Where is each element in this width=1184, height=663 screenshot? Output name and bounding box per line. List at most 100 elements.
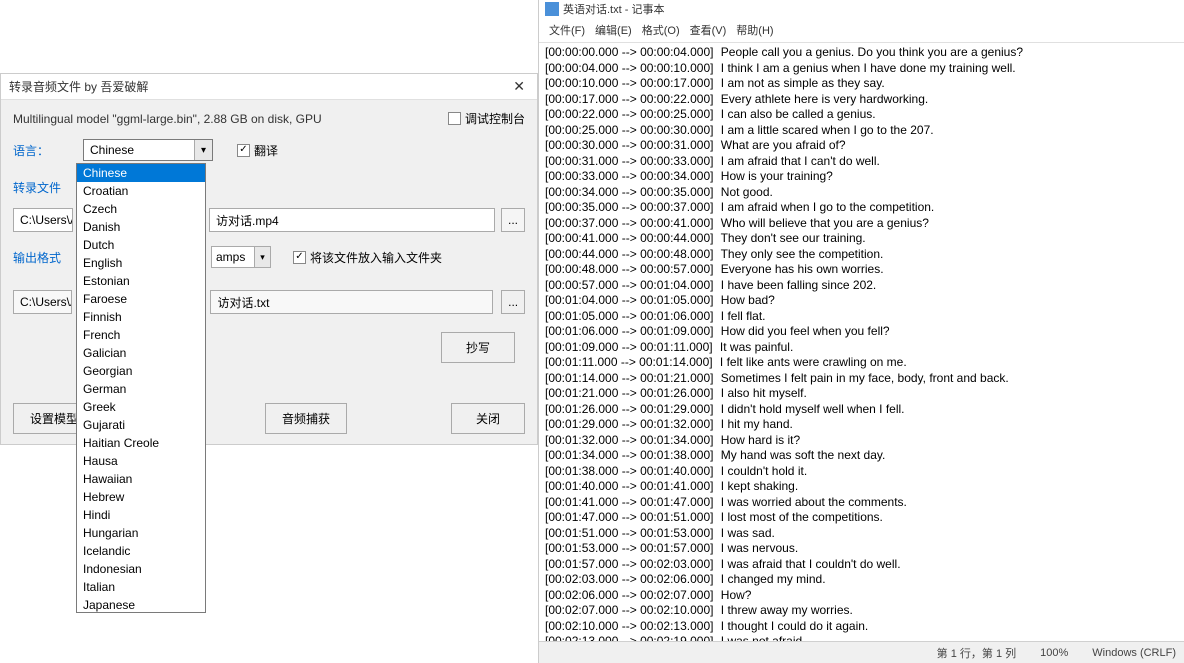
- language-combo[interactable]: Chinese ▾: [83, 139, 213, 161]
- transcribe-button[interactable]: 抄写: [441, 332, 515, 363]
- language-option[interactable]: French: [77, 326, 205, 344]
- transcript-text: I am not as simple as they say.: [717, 76, 884, 90]
- language-option[interactable]: Greek: [77, 398, 205, 416]
- transcript-text: I kept shaking.: [717, 479, 798, 493]
- notepad-statusbar: 第 1 行，第 1 列 100% Windows (CRLF): [539, 641, 1184, 663]
- transcript-line: [00:00:33.000 --> 00:00:34.000] How is y…: [545, 169, 1178, 185]
- close-button[interactable]: 关闭: [451, 403, 525, 434]
- transcript-text: I felt like ants were crawling on me.: [717, 355, 907, 369]
- transcript-text: How?: [717, 588, 751, 602]
- language-option[interactable]: Chinese: [77, 164, 205, 182]
- timestamp: [00:01:21.000 --> 00:01:26.000]: [545, 386, 713, 400]
- dialog-titlebar: 转录音频文件 by 吾爱破解 ✕: [1, 74, 537, 100]
- language-option[interactable]: Faroese: [77, 290, 205, 308]
- debug-console-checkbox[interactable]: 调试控制台: [448, 110, 525, 127]
- language-option[interactable]: Finnish: [77, 308, 205, 326]
- transcript-text: I was afraid that I couldn't do well.: [717, 557, 900, 571]
- audio-capture-button[interactable]: 音频捕获: [265, 403, 347, 434]
- notepad-menubar: 文件(F)编辑(E)格式(O)查看(V)帮助(H): [539, 18, 1184, 43]
- language-option[interactable]: Hindi: [77, 506, 205, 524]
- transcript-text: I can also be called a genius.: [717, 107, 875, 121]
- transcript-line: [00:00:04.000 --> 00:00:10.000] I think …: [545, 61, 1178, 77]
- transcript-line: [00:01:29.000 --> 00:01:32.000] I hit my…: [545, 417, 1178, 433]
- language-option[interactable]: Hungarian: [77, 524, 205, 542]
- transcript-text: Every athlete here is very hardworking.: [717, 92, 928, 106]
- timestamp: [00:00:44.000 --> 00:00:48.000]: [545, 247, 713, 261]
- timestamp: [00:00:57.000 --> 00:01:04.000]: [545, 278, 713, 292]
- output-path-left[interactable]: C:\Users\A: [13, 290, 72, 314]
- language-option[interactable]: Hawaiian: [77, 470, 205, 488]
- transcript-text: Not good.: [717, 185, 772, 199]
- language-option[interactable]: Estonian: [77, 272, 205, 290]
- timestamp: [00:00:10.000 --> 00:00:17.000]: [545, 76, 713, 90]
- language-option[interactable]: Italian: [77, 578, 205, 596]
- language-option[interactable]: Japanese: [77, 596, 205, 613]
- language-option[interactable]: English: [77, 254, 205, 272]
- language-option[interactable]: Czech: [77, 200, 205, 218]
- timestamp: [00:02:10.000 --> 00:02:13.000]: [545, 619, 713, 633]
- transcript-line: [00:01:32.000 --> 00:01:34.000] How hard…: [545, 433, 1178, 449]
- transcript-textarea[interactable]: [00:00:00.000 --> 00:00:04.000] People c…: [539, 43, 1184, 641]
- transcript-line: [00:01:06.000 --> 00:01:09.000] How did …: [545, 324, 1178, 340]
- transcript-line: [00:02:07.000 --> 00:02:10.000] I threw …: [545, 603, 1178, 619]
- menu-item[interactable]: 编辑(E): [591, 20, 636, 40]
- transcript-text: I threw away my worries.: [717, 603, 852, 617]
- timestamp: [00:01:34.000 --> 00:01:38.000]: [545, 448, 713, 462]
- language-option[interactable]: Hebrew: [77, 488, 205, 506]
- transcript-line: [00:01:38.000 --> 00:01:40.000] I couldn…: [545, 464, 1178, 480]
- timestamp: [00:01:51.000 --> 00:01:53.000]: [545, 526, 713, 540]
- language-option[interactable]: Haitian Creole: [77, 434, 205, 452]
- put-in-input-folder-checkbox[interactable]: 将该文件放入输入文件夹: [293, 249, 442, 266]
- translate-checkbox[interactable]: 翻译: [237, 142, 278, 159]
- transcript-text: I changed my mind.: [717, 572, 825, 586]
- output-format-label: 输出格式: [13, 249, 73, 266]
- put-in-input-folder-label: 将该文件放入输入文件夹: [310, 249, 442, 266]
- model-row: Multilingual model "ggml-large.bin", 2.8…: [13, 110, 525, 127]
- transcript-line: [00:00:25.000 --> 00:00:30.000] I am a l…: [545, 123, 1178, 139]
- language-option[interactable]: Gujarati: [77, 416, 205, 434]
- transcript-text: I have been falling since 202.: [717, 278, 876, 292]
- transcript-line: [00:01:40.000 --> 00:01:41.000] I kept s…: [545, 479, 1178, 495]
- language-option[interactable]: Danish: [77, 218, 205, 236]
- language-option[interactable]: Georgian: [77, 362, 205, 380]
- browse-output-button[interactable]: ...: [501, 290, 525, 314]
- language-dropdown-list[interactable]: ChineseCroatianCzechDanishDutchEnglishEs…: [76, 163, 206, 613]
- input-path-right[interactable]: 访对话.mp4: [209, 208, 495, 232]
- transcript-text: I thought I could do it again.: [717, 619, 868, 633]
- close-icon[interactable]: ✕: [509, 78, 529, 95]
- timestamp: [00:00:33.000 --> 00:00:34.000]: [545, 169, 713, 183]
- transcript-text: I couldn't hold it.: [717, 464, 807, 478]
- timestamp: [00:01:26.000 --> 00:01:29.000]: [545, 402, 713, 416]
- timestamp: [00:01:29.000 --> 00:01:32.000]: [545, 417, 713, 431]
- language-option[interactable]: German: [77, 380, 205, 398]
- language-option[interactable]: Hausa: [77, 452, 205, 470]
- transcript-text: I didn't hold myself well when I fell.: [717, 402, 904, 416]
- transcript-text: They don't see our training.: [717, 231, 865, 245]
- output-path-right[interactable]: 访对话.txt: [210, 290, 493, 314]
- checkbox-checked-icon: [237, 144, 250, 157]
- menu-item[interactable]: 格式(O): [638, 20, 684, 40]
- notepad-titlebar: 英语对话.txt - 记事本: [539, 0, 1184, 18]
- language-option[interactable]: Galician: [77, 344, 205, 362]
- language-option[interactable]: Croatian: [77, 182, 205, 200]
- transcript-line: [00:02:03.000 --> 00:02:06.000] I change…: [545, 572, 1178, 588]
- browse-input-button[interactable]: ...: [501, 208, 525, 232]
- timestamp: [00:00:48.000 --> 00:00:57.000]: [545, 262, 713, 276]
- dialog-title-text: 转录音频文件 by 吾爱破解: [9, 78, 148, 95]
- language-option[interactable]: Indonesian: [77, 560, 205, 578]
- transcript-line: [00:01:04.000 --> 00:01:05.000] How bad?: [545, 293, 1178, 309]
- transcript-text: How is your training?: [717, 169, 832, 183]
- language-option[interactable]: Icelandic: [77, 542, 205, 560]
- transcript-line: [00:00:10.000 --> 00:00:17.000] I am not…: [545, 76, 1178, 92]
- language-option[interactable]: Dutch: [77, 236, 205, 254]
- menu-item[interactable]: 帮助(H): [732, 20, 777, 40]
- output-format-combo[interactable]: amps ▾: [211, 246, 271, 268]
- translate-label: 翻译: [254, 142, 278, 159]
- chevron-down-icon: ▾: [194, 140, 212, 160]
- notepad-window: 英语对话.txt - 记事本 文件(F)编辑(E)格式(O)查看(V)帮助(H)…: [538, 0, 1184, 663]
- input-path-left[interactable]: C:\Users\A: [13, 208, 73, 232]
- model-info-text: Multilingual model "ggml-large.bin", 2.8…: [13, 112, 322, 126]
- menu-item[interactable]: 文件(F): [545, 20, 589, 40]
- menu-item[interactable]: 查看(V): [686, 20, 731, 40]
- transcript-line: [00:00:22.000 --> 00:00:25.000] I can al…: [545, 107, 1178, 123]
